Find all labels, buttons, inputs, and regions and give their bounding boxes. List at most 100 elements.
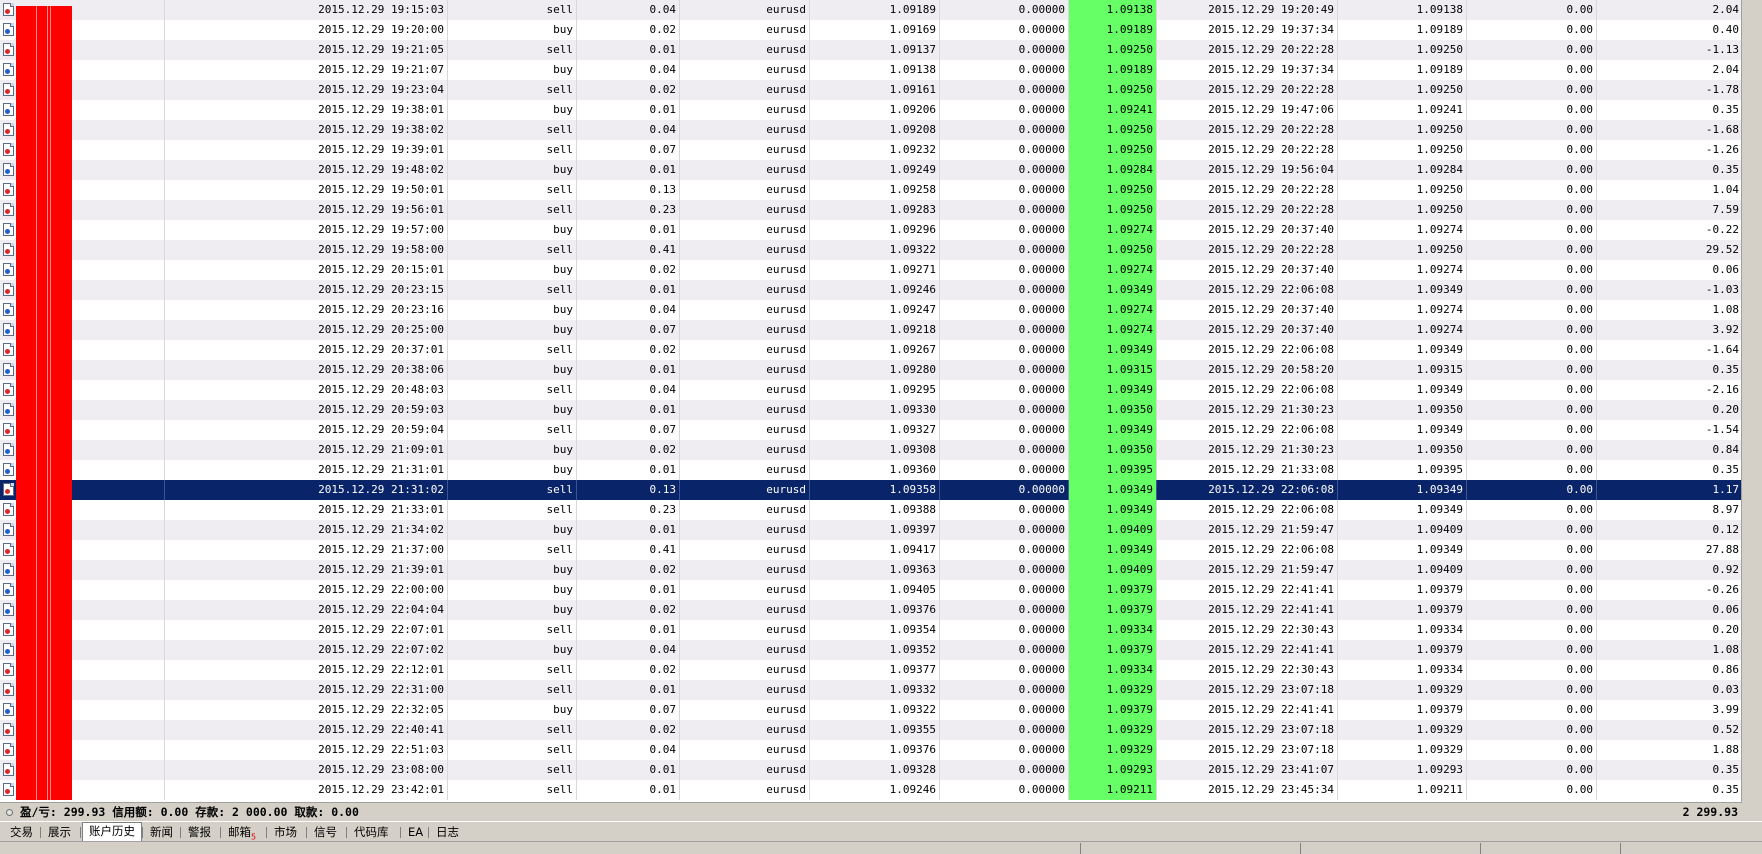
swap-cell: 0.00 [1467, 560, 1597, 580]
table-row[interactable]: 2015.12.29 22:40:41 sell 0.02 eurusd 1.09355… [0, 720, 1741, 740]
table-row[interactable]: 2015.12.29 22:07:01 sell 0.01 eurusd 1.09354… [0, 620, 1741, 640]
table-row[interactable]: 2015.12.29 19:39:01 sell 0.07 eurusd 1.09232… [0, 140, 1741, 160]
profit-cell: 0.35 [1712, 363, 1740, 376]
table-row[interactable]: 2015.12.29 20:23:16 buy 0.04 eurusd 1.09247 0… [0, 300, 1741, 320]
table-row[interactable]: 2015.12.29 19:48:02 buy 0.01 eurusd 1.09249 0… [0, 160, 1741, 180]
table-row[interactable]: 2015.12.29 19:38:02 sell 0.04 eurusd 1.09208… [0, 120, 1741, 140]
tab-4[interactable]: 警报 [182, 824, 217, 841]
table-row[interactable]: 2015.12.29 20:37:01 sell 0.02 eurusd 1.09267… [0, 340, 1741, 360]
table-row[interactable]: 2015.12.29 19:21:05 sell 0.01 eurusd 1.09137… [0, 40, 1741, 60]
swap-cell: 0.00 [1467, 760, 1597, 780]
table-row[interactable]: 2015.12.29 19:58:00 sell 0.41 eurusd 1.09322… [0, 240, 1741, 260]
tab-8[interactable]: 代码库 [348, 824, 395, 841]
tab-label: 代码库 [354, 825, 389, 839]
close-time-cell: 2015.12.29 22:41:41 [1157, 640, 1338, 660]
table-row[interactable]: 2015.12.29 20:59:03 buy 0.01 eurusd 1.09330 0… [0, 400, 1741, 420]
symbol-cell: eurusd [680, 20, 810, 40]
symbol-cell: eurusd [680, 420, 810, 440]
open-price-cell: 1.09376 [810, 600, 940, 620]
close-time-cell: 2015.12.29 20:22:28 [1157, 40, 1338, 60]
tab-3[interactable]: 新闻 [144, 824, 179, 841]
close-time-cell: 2015.12.29 20:22:28 [1157, 140, 1338, 160]
open-price-cell: 1.09206 [810, 100, 940, 120]
stop-loss-cell: 0.00000 [940, 220, 1069, 240]
table-row[interactable]: 2015.12.29 21:31:01 buy 0.01 eurusd 1.09360 0… [0, 460, 1741, 480]
size-cell: 0.01 [577, 460, 680, 480]
stop-loss-cell: 0.00000 [940, 100, 1069, 120]
table-row[interactable]: 2015.12.29 20:38:06 buy 0.01 eurusd 1.09280 0… [0, 360, 1741, 380]
size-cell: 0.02 [577, 80, 680, 100]
table-row[interactable]: 2015.12.29 21:31:02 sell 0.13 eurusd 1.09358… [0, 480, 1741, 500]
table-row[interactable]: 2015.12.29 22:04:04 buy 0.02 eurusd 1.09376 0… [0, 600, 1741, 620]
size-cell: 0.04 [577, 60, 680, 80]
table-row[interactable]: 2015.12.29 22:32:05 buy 0.07 eurusd 1.09322 0… [0, 700, 1741, 720]
table-row[interactable]: 2015.12.29 20:48:03 sell 0.04 eurusd 1.09295… [0, 380, 1741, 400]
table-row[interactable]: 2015.12.29 21:34:02 buy 0.01 eurusd 1.09397 0… [0, 520, 1741, 540]
swap-cell: 0.00 [1467, 640, 1597, 660]
swap-cell: 0.00 [1467, 160, 1597, 180]
symbol-cell: eurusd [680, 560, 810, 580]
tab-2[interactable]: 账户历史 [82, 822, 142, 842]
close-time-cell: 2015.12.29 20:22:28 [1157, 80, 1338, 100]
size-cell: 0.01 [577, 160, 680, 180]
take-profit-cell: 1.09349 [1069, 340, 1157, 360]
table-row[interactable]: 2015.12.29 19:38:01 buy 0.01 eurusd 1.09206 0… [0, 100, 1741, 120]
swap-cell: 0.00 [1467, 340, 1597, 360]
table-row[interactable]: 2015.12.29 19:15:03 sell 0.04 eurusd 1.09189… [0, 0, 1741, 20]
table-row[interactable]: 2015.12.29 22:31:00 sell 0.01 eurusd 1.09332… [0, 680, 1741, 700]
order-icon-cell [0, 660, 16, 680]
table-row[interactable]: 2015.12.29 23:42:01 sell 0.01 eurusd 1.09246… [0, 780, 1741, 800]
tab-5[interactable]: 邮箱5 [222, 824, 262, 841]
table-row[interactable]: 2015.12.29 20:23:15 sell 0.01 eurusd 1.09246… [0, 280, 1741, 300]
tab-7[interactable]: 信号 [308, 824, 343, 841]
table-row[interactable]: 2015.12.29 21:09:01 buy 0.02 eurusd 1.09308 0… [0, 440, 1741, 460]
profit-cell: 0.20 [1712, 403, 1740, 416]
stop-loss-cell: 0.00000 [940, 80, 1069, 100]
take-profit-cell: 1.09250 [1069, 180, 1157, 200]
swap-cell: 0.00 [1467, 620, 1597, 640]
table-row[interactable]: 2015.12.29 22:51:03 sell 0.04 eurusd 1.09376… [0, 740, 1741, 760]
table-row[interactable]: 2015.12.29 20:15:01 buy 0.02 eurusd 1.09271 0… [0, 260, 1741, 280]
sell-order-icon [3, 663, 14, 676]
table-row[interactable]: 2015.12.29 22:12:01 sell 0.02 eurusd 1.09377… [0, 660, 1741, 680]
buy-order-icon [3, 303, 14, 316]
buy-order-icon [3, 23, 14, 36]
table-row[interactable]: 2015.12.29 19:23:04 sell 0.02 eurusd 1.09161… [0, 80, 1741, 100]
tab-label: 展示 [48, 825, 71, 839]
close-price-cell: 1.09379 [1338, 700, 1467, 720]
swap-cell: 0.00 [1467, 500, 1597, 520]
table-row[interactable]: 2015.12.29 22:00:00 buy 0.01 eurusd 1.09405 0… [0, 580, 1741, 600]
take-profit-cell: 1.09409 [1069, 560, 1157, 580]
tab-1[interactable]: 展示 [42, 824, 77, 841]
order-icon-cell [0, 280, 16, 300]
table-row[interactable]: 2015.12.29 22:07:02 buy 0.04 eurusd 1.09352 0… [0, 640, 1741, 660]
table-row[interactable]: 2015.12.29 19:56:01 sell 0.23 eurusd 1.09283… [0, 200, 1741, 220]
table-row[interactable]: 2015.12.29 21:33:01 sell 0.23 eurusd 1.09388… [0, 500, 1741, 520]
take-profit-cell: 1.09395 [1069, 460, 1157, 480]
table-row[interactable]: 2015.12.29 19:20:00 buy 0.02 eurusd 1.09169 0… [0, 20, 1741, 40]
close-time-cell: 2015.12.29 21:30:23 [1157, 440, 1338, 460]
close-time-cell: 2015.12.29 20:22:28 [1157, 120, 1338, 140]
buy-order-icon [3, 103, 14, 116]
tab-10[interactable]: 日志 [430, 824, 465, 841]
table-row[interactable]: 2015.12.29 21:39:01 buy 0.02 eurusd 1.09363 0… [0, 560, 1741, 580]
open-price-cell: 1.09360 [810, 460, 940, 480]
tab-6[interactable]: 市场 [268, 824, 303, 841]
tab-9[interactable]: EA [402, 824, 429, 841]
type-cell: buy [448, 260, 577, 280]
table-row[interactable]: 2015.12.29 20:25:00 buy 0.07 eurusd 1.09218 0… [0, 320, 1741, 340]
close-price-cell: 1.09379 [1338, 580, 1467, 600]
table-row[interactable]: 2015.12.29 19:21:07 buy 0.04 eurusd 1.09138 0… [0, 60, 1741, 80]
type-cell: buy [448, 160, 577, 180]
table-row[interactable]: 2015.12.29 19:50:01 sell 0.13 eurusd 1.09258… [0, 180, 1741, 200]
take-profit-cell: 1.09349 [1069, 540, 1157, 560]
table-row[interactable]: 2015.12.29 19:57:00 buy 0.01 eurusd 1.09296 0… [0, 220, 1741, 240]
table-row[interactable]: 2015.12.29 23:08:00 sell 0.01 eurusd 1.09328… [0, 760, 1741, 780]
type-cell: buy [448, 320, 577, 340]
stop-loss-cell: 0.00000 [940, 480, 1069, 500]
table-row[interactable]: 2015.12.29 20:59:04 sell 0.07 eurusd 1.09327… [0, 420, 1741, 440]
table-row[interactable]: 2015.12.29 21:37:00 sell 0.41 eurusd 1.09417… [0, 540, 1741, 560]
size-cell: 0.01 [577, 100, 680, 120]
tab-0[interactable]: 交易 [4, 824, 39, 841]
stop-loss-cell: 0.00000 [940, 460, 1069, 480]
